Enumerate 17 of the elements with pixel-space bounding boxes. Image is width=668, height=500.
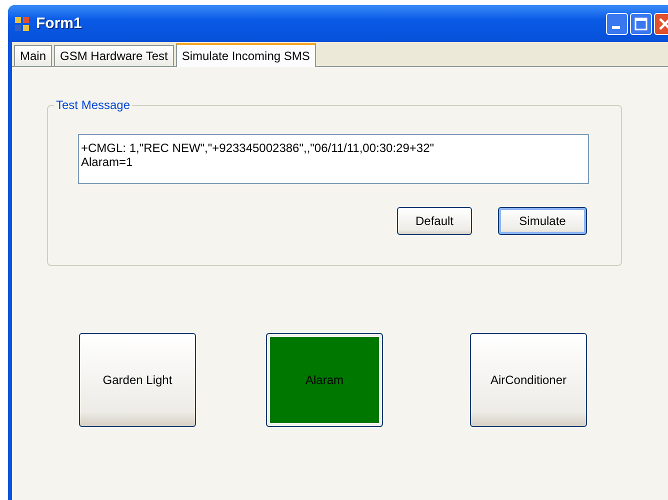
maximize-button[interactable] [630, 12, 652, 34]
app-icon [14, 16, 30, 32]
tab[interactable]: GSM Hardware Test [54, 45, 174, 66]
minimize-button[interactable] [606, 12, 628, 34]
action-button[interactable]: Default [397, 207, 472, 235]
minimize-icon [612, 26, 620, 29]
tab[interactable]: Simulate Incoming SMS [176, 43, 316, 67]
maximize-icon [634, 16, 648, 30]
device-button[interactable]: AirConditioner [470, 333, 587, 427]
device-button[interactable]: Alaram [266, 333, 383, 427]
action-button[interactable]: Simulate [498, 207, 587, 235]
tab[interactable]: Main [14, 45, 52, 66]
device-button[interactable]: Garden Light [79, 333, 196, 427]
group-title: Test Message [54, 98, 132, 112]
window-title: Form1 [36, 15, 83, 32]
message-field[interactable]: +CMGL: 1,"REC NEW","+923345002386",,"06/11/11,00:30:29+32" Alaram=1 [78, 134, 589, 184]
close-icon [658, 16, 668, 30]
